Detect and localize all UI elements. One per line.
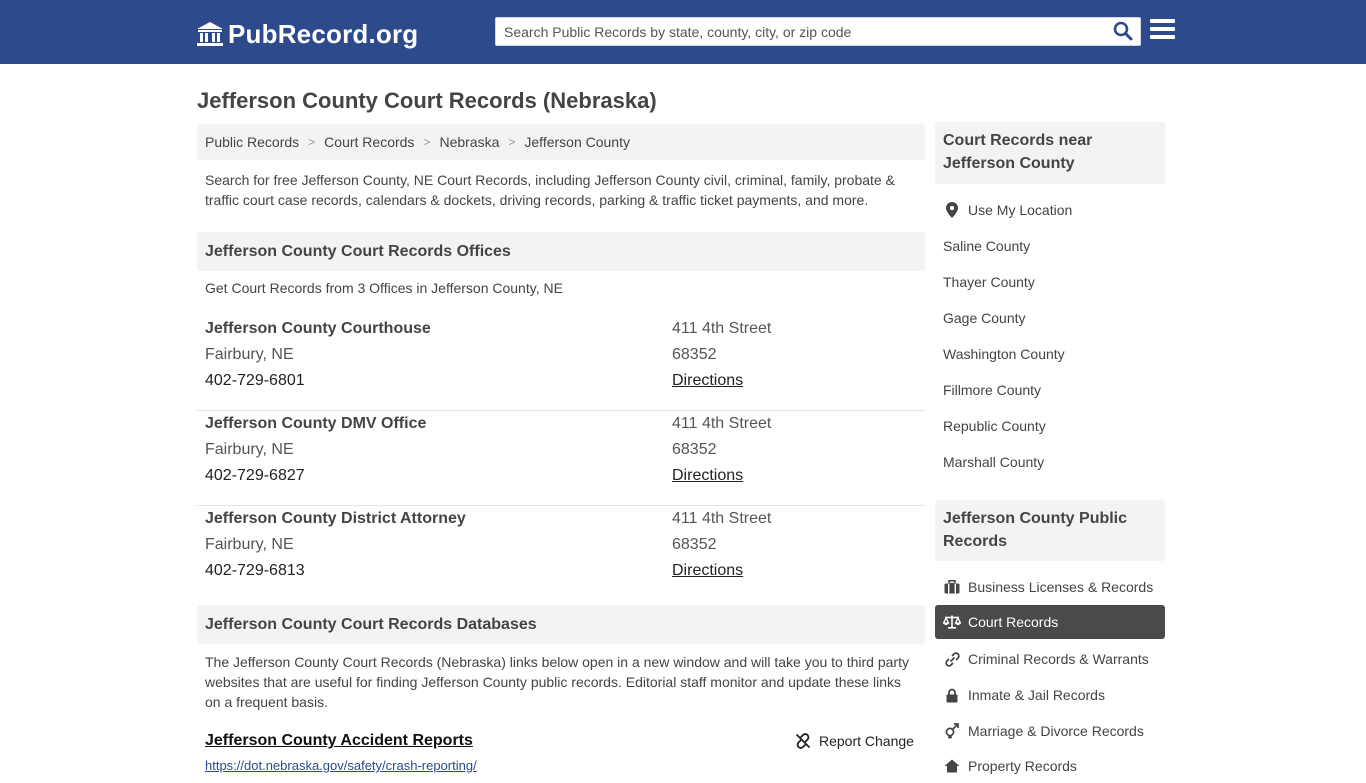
- offices-subtitle: Get Court Records from 3 Offices in Jeff…: [205, 280, 563, 296]
- broken-link-icon: [796, 733, 810, 749]
- report-change-button[interactable]: Report Change: [795, 733, 914, 749]
- nearby-county-link[interactable]: Gage County: [935, 301, 1165, 335]
- map-pin-icon: [943, 202, 961, 218]
- report-change-label: Report Change: [819, 733, 914, 749]
- sidebar-item-inmate-records[interactable]: Inmate & Jail Records: [935, 678, 1165, 712]
- search-button[interactable]: [1112, 21, 1134, 43]
- top-bar: PubRecord.org: [0, 0, 1366, 64]
- databases-intro: The Jefferson County Court Records (Nebr…: [205, 654, 909, 710]
- breadcrumb-separator: >: [508, 135, 516, 149]
- breadcrumb-nebraska[interactable]: Nebraska: [439, 134, 499, 150]
- nearby-heading: Court Records near Jefferson County: [935, 122, 1165, 184]
- home-icon: [943, 759, 961, 773]
- database-link-title[interactable]: Jefferson County Accident Reports: [205, 732, 473, 750]
- breadcrumb-court-records[interactable]: Court Records: [324, 134, 414, 150]
- database-link-url[interactable]: https://dot.nebraska.gov/safety/crash-re…: [205, 758, 477, 773]
- nearby-county-link[interactable]: Fillmore County: [935, 373, 1165, 407]
- office-card: Jefferson County District Attorney Fairb…: [197, 506, 925, 601]
- nearby-county-link[interactable]: Republic County: [935, 409, 1165, 443]
- breadcrumb: Public Records > Court Records > Nebrask…: [197, 124, 925, 160]
- nearby-county-link[interactable]: Thayer County: [935, 265, 1165, 299]
- sidebar-item-business-licenses[interactable]: Business Licenses & Records: [935, 570, 1165, 604]
- office-street: 411 4th Street: [672, 320, 772, 337]
- office-phone[interactable]: 402-729-6827: [205, 463, 305, 489]
- office-city: Fairbury, NE: [205, 346, 294, 363]
- office-phone[interactable]: 402-729-6813: [205, 558, 305, 584]
- office-zip: 68352: [672, 441, 717, 458]
- directions-link[interactable]: Directions: [672, 463, 743, 489]
- office-name: Jefferson County District Attorney: [205, 510, 466, 527]
- logo-text: PubRecord.org: [228, 18, 419, 49]
- search-icon: [1113, 21, 1133, 41]
- office-card: Jefferson County Courthouse Fairbury, NE…: [197, 316, 925, 411]
- sidebar-item-label: Business Licenses & Records: [968, 579, 1154, 595]
- lock-icon: [943, 688, 961, 703]
- use-my-location-label: Use My Location: [968, 202, 1073, 218]
- databases-heading: Jefferson County Court Records Databases: [197, 605, 925, 644]
- office-card: Jefferson County DMV Office Fairbury, NE…: [197, 411, 925, 506]
- search-input[interactable]: [496, 18, 1106, 45]
- site-logo[interactable]: PubRecord.org: [196, 18, 418, 50]
- directions-link[interactable]: Directions: [672, 558, 743, 584]
- nearby-county-link[interactable]: Saline County: [935, 229, 1165, 263]
- breadcrumb-separator: >: [308, 135, 316, 149]
- public-records-heading: Jefferson County Public Records: [935, 500, 1165, 561]
- sidebar-item-marriage-records[interactable]: Marriage & Divorce Records: [935, 714, 1165, 748]
- offices-heading: Jefferson County Court Records Offices: [197, 232, 925, 271]
- breadcrumb-public-records[interactable]: Public Records: [205, 134, 299, 150]
- breadcrumb-jefferson-county[interactable]: Jefferson County: [524, 134, 630, 150]
- sidebar-item-court-records[interactable]: Court Records: [935, 605, 1165, 639]
- breadcrumb-separator: >: [423, 135, 431, 149]
- sidebar-item-label: Property Records: [968, 758, 1077, 774]
- hamburger-icon-bar: [1150, 27, 1175, 31]
- hamburger-menu-button[interactable]: [1150, 19, 1176, 43]
- briefcase-icon: [943, 580, 961, 594]
- search-box: [495, 17, 1141, 46]
- sidebar-item-property-records[interactable]: Property Records: [935, 749, 1165, 783]
- office-zip: 68352: [672, 536, 717, 553]
- sidebar-item-label: Court Records: [968, 614, 1059, 630]
- nearby-county-link[interactable]: Marshall County: [935, 445, 1165, 479]
- scales-icon: [943, 615, 961, 629]
- gender-icon: [943, 723, 961, 739]
- link-icon: [943, 651, 961, 667]
- office-name: Jefferson County Courthouse: [205, 320, 431, 337]
- hamburger-icon-bar: [1150, 19, 1175, 23]
- intro-text: Search for free Jefferson County, NE Cou…: [205, 172, 895, 208]
- office-phone[interactable]: 402-729-6801: [205, 368, 305, 394]
- office-street: 411 4th Street: [672, 510, 772, 527]
- sidebar-item-label: Marriage & Divorce Records: [968, 723, 1144, 739]
- sidebar-item-label: Inmate & Jail Records: [968, 687, 1105, 703]
- hamburger-icon-bar: [1150, 35, 1175, 39]
- sidebar-item-criminal-records[interactable]: Criminal Records & Warrants: [935, 642, 1165, 676]
- office-name: Jefferson County DMV Office: [205, 415, 427, 432]
- office-zip: 68352: [672, 346, 717, 363]
- office-city: Fairbury, NE: [205, 536, 294, 553]
- office-city: Fairbury, NE: [205, 441, 294, 458]
- use-my-location-link[interactable]: Use My Location: [935, 193, 1165, 227]
- courthouse-icon: [197, 22, 223, 46]
- page-title: Jefferson County Court Records (Nebraska…: [197, 88, 657, 113]
- nearby-county-link[interactable]: Washington County: [935, 337, 1165, 371]
- directions-link[interactable]: Directions: [672, 368, 743, 394]
- sidebar-item-label: Criminal Records & Warrants: [968, 651, 1149, 667]
- office-street: 411 4th Street: [672, 415, 772, 432]
